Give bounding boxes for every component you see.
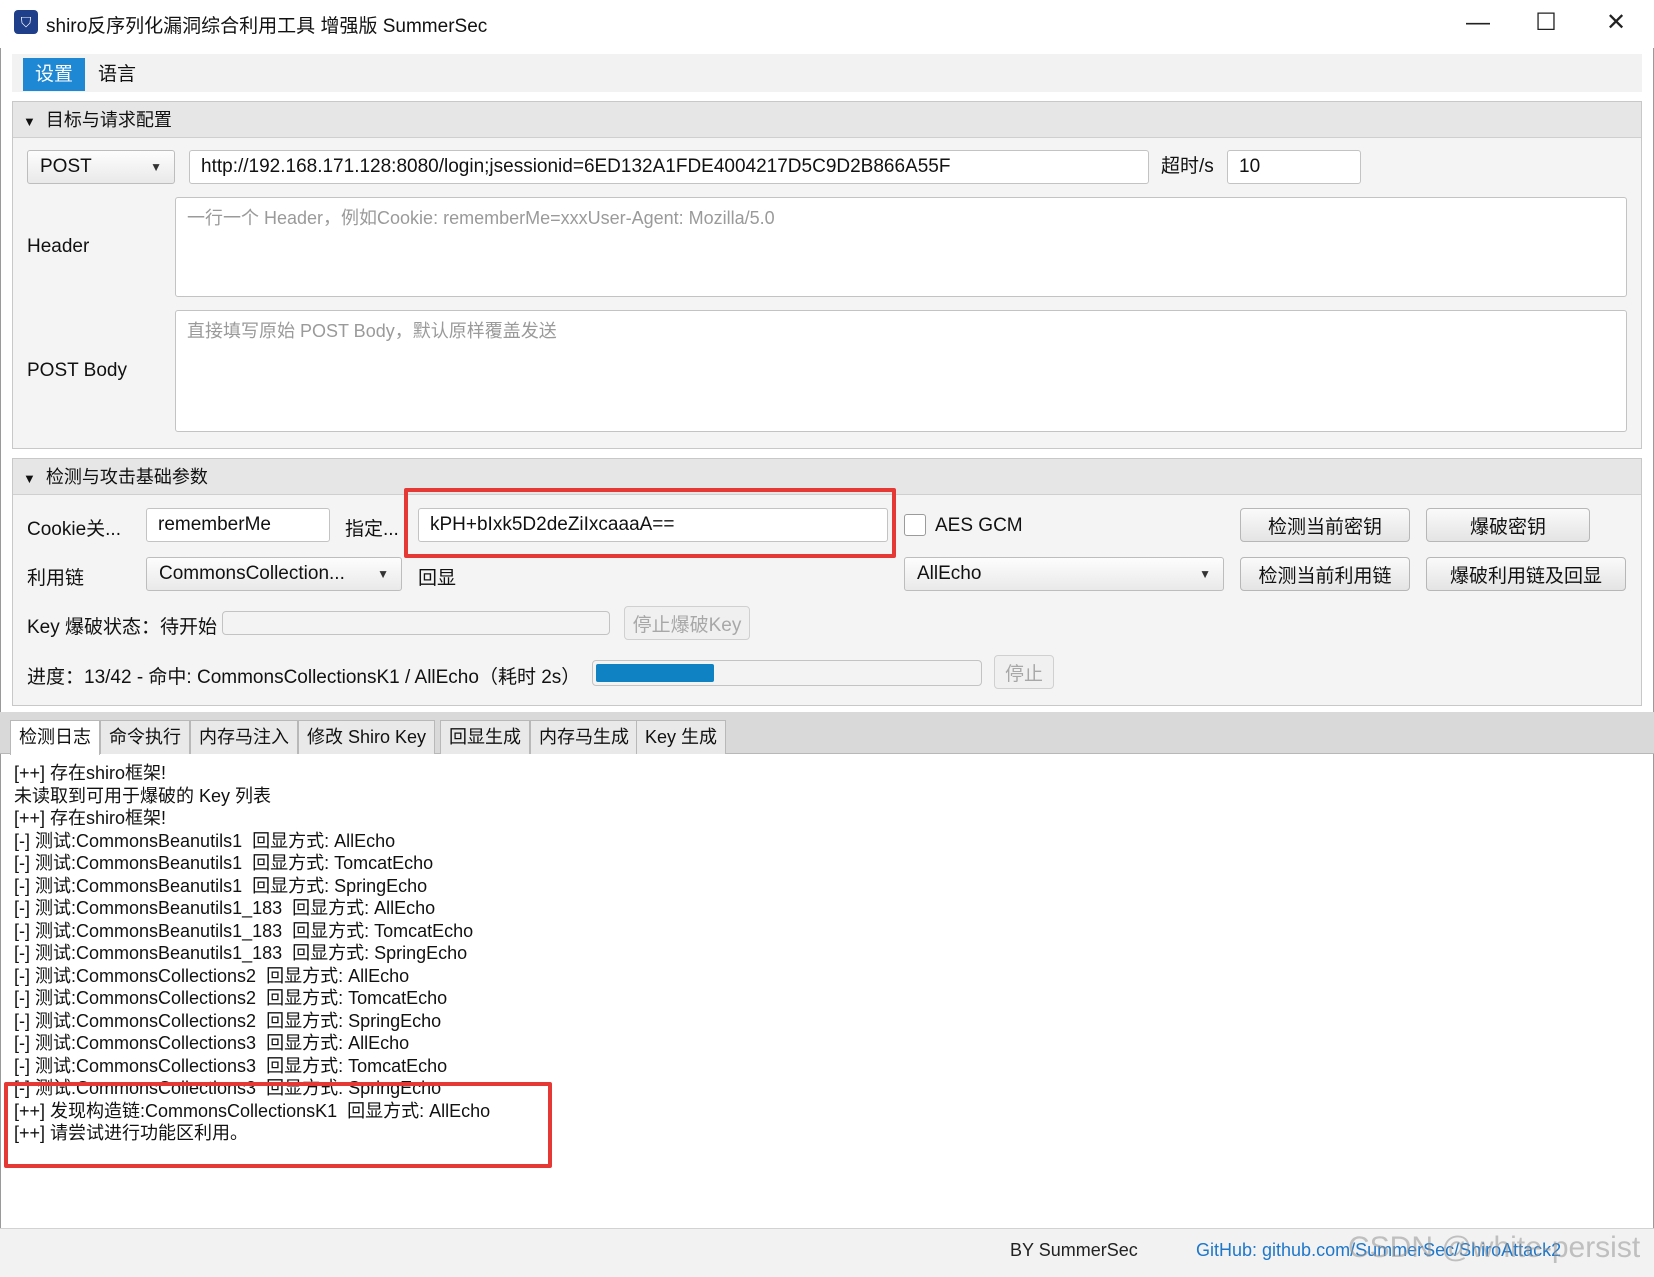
brute-key-button[interactable]: 爆破密钥 (1426, 508, 1590, 542)
log-line: [++] 存在shiro框架! (14, 763, 167, 783)
close-icon[interactable]: ✕ (1584, 0, 1648, 48)
log-line: [++] 存在shiro框架! (14, 808, 167, 828)
tab-detect-log[interactable]: 检测日志 (10, 720, 100, 755)
key-status-label: Key 爆破状态：待开始 (27, 617, 218, 638)
check-key-button[interactable]: 检测当前密钥 (1240, 508, 1410, 542)
log-line: [-] 测试:CommonsBeanutils1 回显方式: TomcatEch… (14, 853, 434, 873)
aes-gcm-checkbox[interactable] (904, 514, 926, 536)
log-line: [-] 测试:CommonsCollections2 回显方式: AllEcho (14, 965, 410, 986)
tab-key-generate[interactable]: Key 生成 (636, 720, 727, 754)
chain-select[interactable]: CommonsCollection... ▼ (146, 557, 402, 591)
maximize-icon[interactable]: ☐ (1514, 0, 1578, 48)
menu-language[interactable]: 语言 (86, 58, 148, 91)
section-title: 目标与请求配置 (45, 110, 172, 130)
tab-memshell-generate[interactable]: 内存马生成 (530, 720, 638, 754)
tab-echo-generate[interactable]: 回显生成 (440, 720, 530, 754)
menu-bar (12, 54, 1642, 92)
log-line: [-] 测试:CommonsCollections2 回显方式: TomcatE… (14, 988, 448, 1008)
chevron-down-icon: ▼ (377, 567, 389, 581)
specified-key-label: 指定... (345, 519, 399, 540)
window-title: shiro反序列化漏洞综合利用工具 增强版 SummerSec (46, 16, 488, 37)
timeout-input[interactable]: 10 (1227, 150, 1361, 184)
progress-bar (592, 660, 982, 686)
tab-command-exec[interactable]: 命令执行 (100, 720, 190, 754)
brute-chain-button[interactable]: 爆破利用链及回显 (1426, 557, 1626, 591)
log-line: [-] 测试:CommonsCollections2 回显方式: SpringE… (14, 1010, 442, 1031)
chain-value: CommonsCollection... (159, 563, 345, 584)
echo-select[interactable]: AllEcho ▼ (904, 557, 1224, 591)
chevron-down-icon: ▼ (1199, 567, 1211, 581)
log-line: [-] 测试:CommonsBeanutils1_183 回显方式: AllEc… (14, 898, 436, 918)
log-line: [-] 测试:CommonsCollections3 回显方式: AllEcho (14, 1033, 410, 1053)
header-label: Header (27, 236, 90, 257)
key-brute-progress (222, 611, 610, 635)
echo-label: 回显 (418, 568, 457, 589)
target-config-header[interactable]: ▼ 目标与请求配置 (13, 102, 1641, 138)
log-line: [-] 测试:CommonsCollections3 回显方式: TomcatE… (14, 1055, 448, 1076)
post-body-textarea[interactable]: 直接填写原始 POST Body，默认原样覆盖发送 (175, 310, 1627, 432)
minimize-icon[interactable]: — (1446, 0, 1510, 48)
progress-label: 进度：13/42 - 命中: CommonsCollectionsK1 / Al… (27, 667, 581, 688)
url-input[interactable]: http://192.168.171.128:8080/login;jsessi… (189, 150, 1149, 184)
timeout-label: 超时/s (1161, 156, 1214, 177)
tab-memshell-inject[interactable]: 内存马注入 (190, 720, 298, 754)
section-title: 检测与攻击基础参数 (45, 467, 208, 487)
stop-button[interactable]: 停止 (994, 655, 1054, 689)
highlight-box-result (4, 1082, 552, 1168)
log-line: 未读取到可用于爆破的 Key 列表 (14, 785, 272, 806)
progress-fill (596, 664, 714, 682)
app-shield-icon: ⛉ (14, 10, 38, 34)
header-textarea[interactable]: 一行一个 Header，例如Cookie: rememberMe=xxxUser… (175, 197, 1627, 297)
chevron-down-icon: ▼ (150, 160, 162, 174)
post-body-label: POST Body (27, 360, 127, 381)
method-select[interactable]: POST ▼ (27, 150, 175, 184)
highlight-box-key (404, 488, 896, 558)
author-label: BY SummerSec (1010, 1240, 1138, 1260)
menu-settings[interactable]: 设置 (23, 58, 86, 91)
tab-modify-shiro-key[interactable]: 修改 Shiro Key (298, 720, 436, 754)
collapse-triangle-icon: ▼ (23, 471, 36, 486)
cookie-key-input[interactable]: rememberMe (146, 508, 330, 542)
log-line: [-] 测试:CommonsBeanutils1_183 回显方式: Tomca… (14, 920, 474, 941)
cookie-key-label: Cookie关... (27, 519, 121, 540)
check-chain-button[interactable]: 检测当前利用链 (1240, 557, 1410, 591)
stop-key-button[interactable]: 停止爆破Key (624, 606, 750, 640)
log-line: [-] 测试:CommonsBeanutils1 回显方式: AllEcho (14, 830, 396, 851)
collapse-triangle-icon: ▼ (23, 114, 36, 129)
watermark-text: CSDN @white-persist (1348, 1231, 1641, 1264)
log-line: [-] 测试:CommonsBeanutils1 回显方式: SpringEch… (14, 875, 428, 896)
log-line: [-] 测试:CommonsBeanutils1_183 回显方式: Sprin… (14, 943, 468, 963)
echo-value: AllEcho (917, 563, 982, 584)
aes-gcm-label: AES GCM (935, 515, 1023, 536)
chain-label: 利用链 (27, 568, 85, 589)
method-value: POST (40, 156, 92, 177)
